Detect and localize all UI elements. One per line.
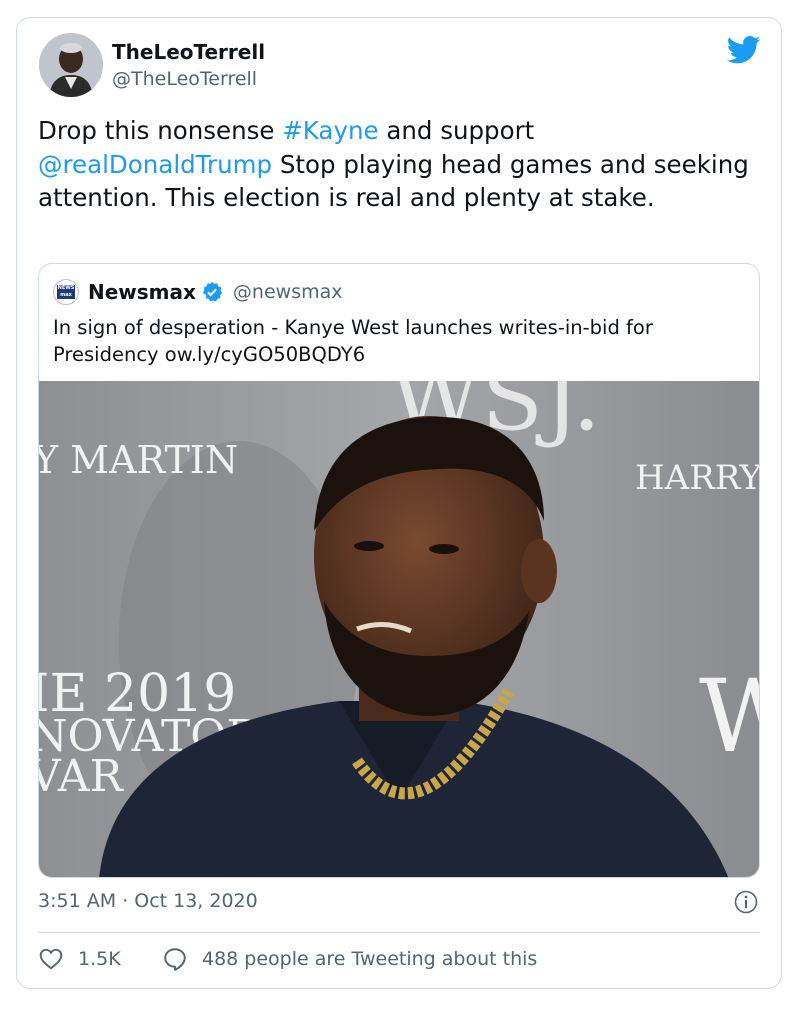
newsmax-logo: NEWS max: [53, 279, 79, 305]
tweet-date[interactable]: Oct 13, 2020: [134, 890, 258, 912]
heart-icon: [39, 948, 63, 970]
tweet-timestamp[interactable]: 3:51 AM · Oct 13, 2020: [38, 890, 258, 912]
like-count: 1.5K: [78, 948, 121, 970]
tweeting-count-text: 488 people are Tweeting about this: [202, 948, 538, 970]
verified-badge-icon: [202, 281, 223, 302]
tweet-text: Drop this nonsense #Kayne and support @r…: [38, 114, 758, 215]
quoted-header: NEWS max Newsmax @newsmax: [53, 278, 343, 306]
newsmax-logo-text: NEWS max: [57, 285, 75, 299]
author-name[interactable]: TheLeoTerrell: [112, 40, 265, 64]
twitter-bird-icon[interactable]: [727, 35, 761, 65]
hashtag-link[interactable]: #Kayne: [282, 116, 378, 145]
tweet-text-part: Drop this nonsense: [38, 116, 283, 145]
backdrop-text: Y MARTIN: [39, 438, 238, 482]
meta-separator: ·: [116, 890, 135, 912]
comment-icon: [164, 948, 186, 971]
quoted-photo[interactable]: Y MARTIN HARRY WSJ. IE 2019 NOVATOR VAR …: [39, 381, 760, 878]
mention-link[interactable]: @realDonaldTrump: [38, 150, 272, 179]
tweet-text-part: and support: [378, 116, 535, 145]
backdrop-text: VAR: [39, 751, 125, 802]
quoted-author-name[interactable]: Newsmax: [88, 280, 196, 304]
quoted-author-handle[interactable]: @newsmax: [233, 281, 343, 303]
divider: [38, 932, 760, 933]
quoted-text: In sign of desperation - Kanye West laun…: [53, 316, 653, 366]
info-icon[interactable]: [734, 890, 758, 914]
author-handle[interactable]: @TheLeoTerrell: [112, 68, 257, 90]
like-button[interactable]: 1.5K: [38, 946, 121, 972]
tweet-time[interactable]: 3:51 AM: [38, 890, 116, 912]
quoted-tweet[interactable]: NEWS max Newsmax @newsmax In sign of des…: [38, 263, 760, 878]
author-avatar[interactable]: [39, 33, 103, 97]
backdrop-text: HARRY: [635, 458, 760, 498]
tweeting-link[interactable]: 488 people are Tweeting about this: [162, 946, 537, 972]
backdrop-text: W: [699, 658, 760, 775]
